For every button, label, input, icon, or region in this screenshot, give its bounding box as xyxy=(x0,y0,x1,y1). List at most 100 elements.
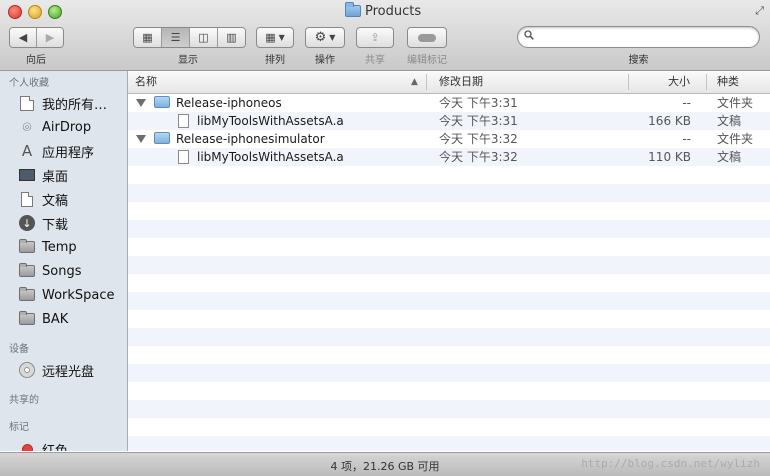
empty-row xyxy=(128,400,770,418)
sidebar-item-tag-red[interactable]: 红色 xyxy=(0,437,127,451)
column-header-name[interactable]: 名称 xyxy=(135,71,157,93)
back-label: 向后 xyxy=(26,55,46,66)
column-header-bar: 名称 ▲ 修改日期 大小 种类 xyxy=(128,71,770,94)
list-view-button[interactable]: ☰ xyxy=(162,28,190,47)
empty-row xyxy=(128,310,770,328)
sidebar-item-workspace[interactable]: WorkSpace xyxy=(0,283,127,307)
sidebar-item-bak[interactable]: BAK xyxy=(0,307,127,331)
sidebar-item-label: BAK xyxy=(42,311,69,327)
gear-icon: ⚙ xyxy=(314,30,327,45)
sidebar-item-all-files[interactable]: 我的所有… xyxy=(0,91,127,115)
sidebar-item-applications[interactable]: A 应用程序 xyxy=(0,139,127,163)
action-button[interactable]: ⚙ ▼ xyxy=(305,27,345,48)
share-control: ⇪ xyxy=(356,27,394,48)
folder-icon xyxy=(18,310,36,328)
devices-header: 设备 xyxy=(9,344,29,355)
forward-button[interactable]: ▶ xyxy=(37,28,63,47)
file-kind: 文件夹 xyxy=(717,96,754,110)
search-label: 搜索 xyxy=(628,55,649,66)
sidebar-item-songs[interactable]: Songs xyxy=(0,259,127,283)
chevron-down-icon: ▼ xyxy=(278,33,285,42)
action-label: 操作 xyxy=(315,55,335,66)
sidebar-item-label: 下载 xyxy=(42,217,69,233)
coverflow-view-button[interactable]: ▥ xyxy=(218,28,245,47)
sidebar-item-remote-disc[interactable]: 远程光盘 xyxy=(0,358,127,382)
sort-ascending-icon: ▲ xyxy=(411,77,418,87)
disc-icon xyxy=(18,361,36,379)
empty-row xyxy=(128,238,770,256)
sidebar-item-documents[interactable]: 文稿 xyxy=(0,187,127,211)
view-control: ▦ ☰ ◫ ▥ xyxy=(133,27,246,48)
sidebar-item-temp[interactable]: Temp xyxy=(0,235,127,259)
table-row[interactable]: Release-iphonesimulator 今天 下午3:32 -- 文件夹 xyxy=(128,130,770,148)
folder-icon xyxy=(154,132,170,144)
empty-row xyxy=(128,274,770,292)
empty-row xyxy=(128,346,770,364)
empty-row xyxy=(128,166,770,184)
table-row[interactable]: libMyToolsWithAssetsA.a 今天 下午3:31 166 KB… xyxy=(128,112,770,130)
sidebar-item-airdrop[interactable]: ⌾ AirDrop xyxy=(0,115,127,139)
file-size: -- xyxy=(682,132,691,146)
folder-icon xyxy=(18,238,36,256)
sidebar-item-label: Songs xyxy=(42,263,82,279)
sidebar-item-downloads[interactable]: ↓ 下载 xyxy=(0,211,127,235)
document-icon xyxy=(178,114,189,128)
chevron-down-icon: ▼ xyxy=(329,33,336,42)
arrange-grid-icon: ▦ xyxy=(265,31,276,44)
red-tag-icon xyxy=(18,440,36,451)
favorites-header: 个人收藏 xyxy=(9,78,49,89)
back-button[interactable]: ◀ xyxy=(10,28,37,47)
sidebar-item-desktop[interactable]: 桌面 xyxy=(0,163,127,187)
share-button[interactable]: ⇪ xyxy=(356,27,394,48)
table-row[interactable]: libMyToolsWithAssetsA.a 今天 下午3:32 110 KB… xyxy=(128,148,770,166)
arrange-control: ▦ ▼ xyxy=(256,27,294,48)
close-window-button[interactable] xyxy=(8,5,22,19)
empty-row xyxy=(128,220,770,238)
sidebar-item-label: 桌面 xyxy=(42,169,69,185)
empty-row xyxy=(128,256,770,274)
search-field[interactable] xyxy=(517,26,760,48)
status-bar: 4 项，21.26 GB 可用 http://blog.csdn.net/wyl… xyxy=(0,452,770,476)
icon-view-button[interactable]: ▦ xyxy=(134,28,162,47)
sidebar-item-label: 我的所有… xyxy=(42,97,108,113)
file-modified: 今天 下午3:32 xyxy=(439,150,518,164)
minimize-window-button[interactable] xyxy=(28,5,42,19)
watermark: http://blog.csdn.net/wylizh xyxy=(581,457,760,470)
column-header-size[interactable]: 大小 xyxy=(668,71,690,93)
column-view-button[interactable]: ◫ xyxy=(190,28,218,47)
grid-icon: ▦ xyxy=(142,31,153,44)
search-icon xyxy=(524,30,534,40)
view-label: 显示 xyxy=(178,55,198,66)
document-icon xyxy=(178,150,189,164)
sidebar-item-label: 远程光盘 xyxy=(42,364,95,380)
sidebar-item-label: AirDrop xyxy=(42,119,92,135)
arrange-button[interactable]: ▦ ▼ xyxy=(256,27,294,48)
airdrop-icon: ⌾ xyxy=(22,118,32,136)
file-kind: 文件夹 xyxy=(717,132,754,146)
column-header-modified[interactable]: 修改日期 xyxy=(439,71,483,93)
columns-icon: ◫ xyxy=(198,31,209,44)
file-modified: 今天 下午3:32 xyxy=(439,132,518,146)
back-forward-control: ◀ ▶ xyxy=(9,27,64,48)
empty-row xyxy=(128,202,770,220)
desktop-icon xyxy=(18,166,36,184)
share-label: 共享 xyxy=(365,55,385,66)
tag-icon xyxy=(418,33,436,42)
table-row[interactable]: Release-iphoneos 今天 下午3:31 -- 文件夹 xyxy=(128,94,770,112)
disclosure-triangle-icon[interactable] xyxy=(136,99,146,107)
zoom-window-button[interactable] xyxy=(48,5,62,19)
documents-icon xyxy=(18,190,36,208)
empty-row xyxy=(128,436,770,451)
tags-label: 编辑标记 xyxy=(407,55,447,66)
tags-control xyxy=(407,27,447,48)
empty-row xyxy=(128,382,770,400)
disclosure-triangle-icon[interactable] xyxy=(136,135,146,143)
fullscreen-icon[interactable]: ⤢ xyxy=(755,4,764,18)
file-size: -- xyxy=(682,96,691,110)
tags-header: 标记 xyxy=(9,422,29,433)
column-header-kind[interactable]: 种类 xyxy=(717,71,739,93)
file-size: 166 KB xyxy=(648,114,691,128)
shared-header: 共享的 xyxy=(9,395,39,406)
folder-icon xyxy=(154,96,170,108)
edit-tags-button[interactable] xyxy=(407,27,447,48)
